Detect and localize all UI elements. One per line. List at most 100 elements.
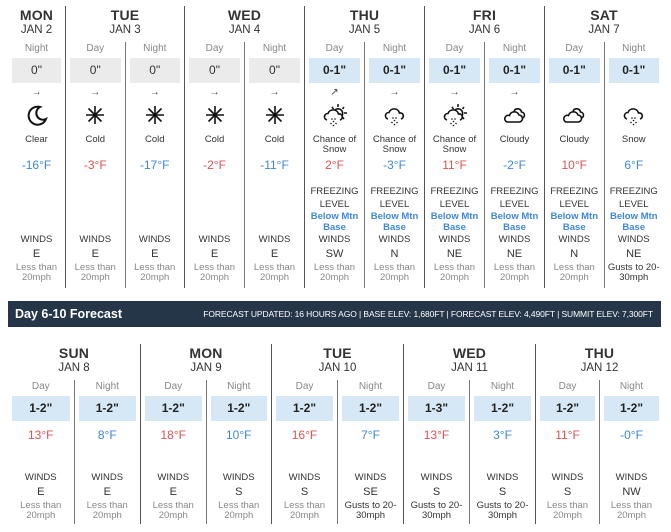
period-night: Night 0" → Cold -11°F WINDS E Less than 20mph <box>244 42 304 288</box>
periods: Day 0" → Cold -2°F WINDS E Less than 20mph Night… <box>185 42 304 288</box>
freezing-level-value: Below Mtn Base <box>610 211 658 233</box>
period-label: Night <box>24 43 49 54</box>
winds-label: WINDS <box>258 234 291 245</box>
wind-direction: N <box>390 248 399 260</box>
wind-direction: E <box>91 248 99 260</box>
winds: WINDS E Less than 20mph <box>126 234 185 283</box>
period-label: Night <box>619 381 644 392</box>
wind-direction: NE <box>446 248 463 260</box>
temperature: 13°F <box>423 428 450 442</box>
day-date: JAN 8 <box>58 362 90 374</box>
day-name: SUN <box>58 345 90 361</box>
condition: Chance of Snow <box>312 134 357 155</box>
winds-label: WINDS <box>138 234 171 245</box>
wind-direction: E <box>210 248 219 260</box>
period-night: Night 0-1" → Chance of Snow -3°F FREEZING LEV… <box>364 42 424 288</box>
condition: Clear <box>25 134 48 145</box>
winds: WINDS E Less than 20mph <box>245 234 304 283</box>
freezing-level: FREEZING LEVEL Below Mtn Base <box>425 175 484 233</box>
day-column: WED JAN 4 Day 0" → Cold -2°F WINDS E Less than 20… <box>184 6 304 288</box>
freezing-level: FREEZING LEVEL Below Mtn Base <box>545 175 604 233</box>
snowfall-amount: 0-1" <box>429 58 480 83</box>
period-label: Night <box>262 43 287 54</box>
snowfall-amount: 1-2" <box>342 396 399 421</box>
wind-direction: NE <box>626 248 642 260</box>
freezing-level-label: FREEZING LEVEL <box>609 186 658 210</box>
winds-label: WINDS <box>558 234 591 245</box>
day-date: JAN 6 <box>468 24 501 36</box>
period-day: Day 0" → Cold -3°F WINDS E Less than 20mph <box>66 42 125 288</box>
period-night: Night 0" → Cold -17°F WINDS E Less than 20mph <box>124 42 185 288</box>
day-date: JAN 7 <box>588 24 620 36</box>
winds: WINDS NE Gusts to 20-30mph <box>605 234 664 283</box>
wind-speed: Gusts to 20-30mph <box>410 500 463 521</box>
period-day: Day 1-3" 13°F WINDS S Gusts to 20-30mph <box>404 380 469 524</box>
winds-label: WINDS <box>498 234 531 245</box>
wind-direction: S <box>432 486 441 498</box>
condition: Cold <box>264 134 285 145</box>
wind-direction-arrow-icon: → <box>31 87 42 98</box>
day-header: THU JAN 5 <box>305 6 424 42</box>
day-header: SUN JAN 8 <box>8 344 140 380</box>
period-day: Day 0" → Cold -2°F WINDS E Less than 20mph <box>185 42 244 288</box>
winds-label: WINDS <box>20 234 53 245</box>
period-label: Day <box>205 43 224 54</box>
snowfall-amount: 1-2" <box>210 396 267 421</box>
temperature: -0°F <box>620 428 643 442</box>
day-date: JAN 11 <box>451 362 488 374</box>
condition: Cold <box>204 134 225 145</box>
day-column: MON JAN 2 Night 0" → Clear -16°F WINDS E Less tha… <box>8 6 65 288</box>
winds-label: WINDS <box>318 234 351 245</box>
period-label: Night <box>622 43 646 54</box>
day-column: FRI JAN 6 Day 0-1" → Chance of Snow 11°F FREEZI… <box>424 6 544 288</box>
wind-speed: Gusts to 20-30mph <box>344 500 397 521</box>
temperature: 3°F <box>493 428 512 442</box>
winds: WINDS E Less than 20mph <box>75 472 141 521</box>
period-day: Day 0-1" → Chance of Snow 11°F FREEZING LEVEL… <box>425 42 484 288</box>
wind-speed: Less than 20mph <box>218 500 260 521</box>
temperature: 10°F <box>226 428 252 442</box>
snowfall-amount: 1-2" <box>474 396 531 421</box>
day-name: WED <box>227 7 262 23</box>
day-column: THU JAN 12 Day 1-2" 11°F WINDS S Less than 20mp… <box>535 344 663 524</box>
freezing-level: FREEZING LEVEL Below Mtn Base <box>365 175 424 233</box>
snowfall-amount: 1-2" <box>276 396 333 421</box>
day-date: JAN 2 <box>20 24 53 36</box>
wind-direction: S <box>300 486 309 498</box>
day-name: FRI <box>472 7 497 23</box>
period-label: Night <box>490 381 515 392</box>
day-header: MON JAN 2 <box>8 6 65 42</box>
period-night: Night 0-1" → Cloudy -2°F FREEZING LEVEL Below … <box>484 42 544 288</box>
winds: WINDS E Less than 20mph <box>141 472 206 521</box>
temperature: 8°F <box>97 428 117 442</box>
snowfall-amount: 1-3" <box>408 396 465 421</box>
wind-speed: Less than 20mph <box>134 262 176 283</box>
period-label: Night <box>382 43 407 54</box>
period-night: Night 0-1" Snow 6°F FREEZING LEVEL Below Mtn … <box>603 42 664 288</box>
periods: Day 0-1" ↗ Chance of Snow 2°F FREEZING LEVEL B… <box>305 42 424 288</box>
condition: Cold <box>85 134 106 145</box>
periods: Day 1-2" 16°F WINDS S Less than 20mph Night 1-2… <box>272 380 403 524</box>
day-date: JAN 12 <box>580 362 619 374</box>
snowfall-amount: 1-2" <box>604 396 659 421</box>
period-day: Day 0-1" Cloudy 10°F FREEZING LEVEL Below Mtn… <box>545 42 604 288</box>
cold-icon <box>66 101 125 129</box>
wind-speed: Less than 20mph <box>493 262 536 283</box>
wind-direction-arrow-icon: → <box>449 87 460 98</box>
winds-label: WINDS <box>24 472 57 483</box>
period-night: Night 1-2" -0°F WINDS NW Less than 20mph <box>599 380 663 524</box>
day-header: SAT JAN 7 <box>545 6 663 42</box>
periods: Day 0" → Cold -3°F WINDS E Less than 20mph Night… <box>66 42 184 288</box>
period-label: Day <box>295 381 314 392</box>
condition: Snow <box>621 134 646 145</box>
wind-direction-arrow-icon: → <box>90 87 101 98</box>
snowfall-amount: 0-1" <box>489 58 540 83</box>
condition: Cloudy <box>559 134 590 145</box>
wind-speed: Gusts to 20-30mph <box>607 262 660 283</box>
snowfall-amount: 1-2" <box>540 396 595 421</box>
period-label: Night <box>358 381 383 392</box>
temperature: -2°F <box>203 158 226 172</box>
period-label: Day <box>325 43 344 54</box>
period-day: Day 0-1" ↗ Chance of Snow 2°F FREEZING LEVEL B… <box>305 42 364 288</box>
periods: Day 0-1" Cloudy 10°F FREEZING LEVEL Below Mtn… <box>545 42 663 288</box>
